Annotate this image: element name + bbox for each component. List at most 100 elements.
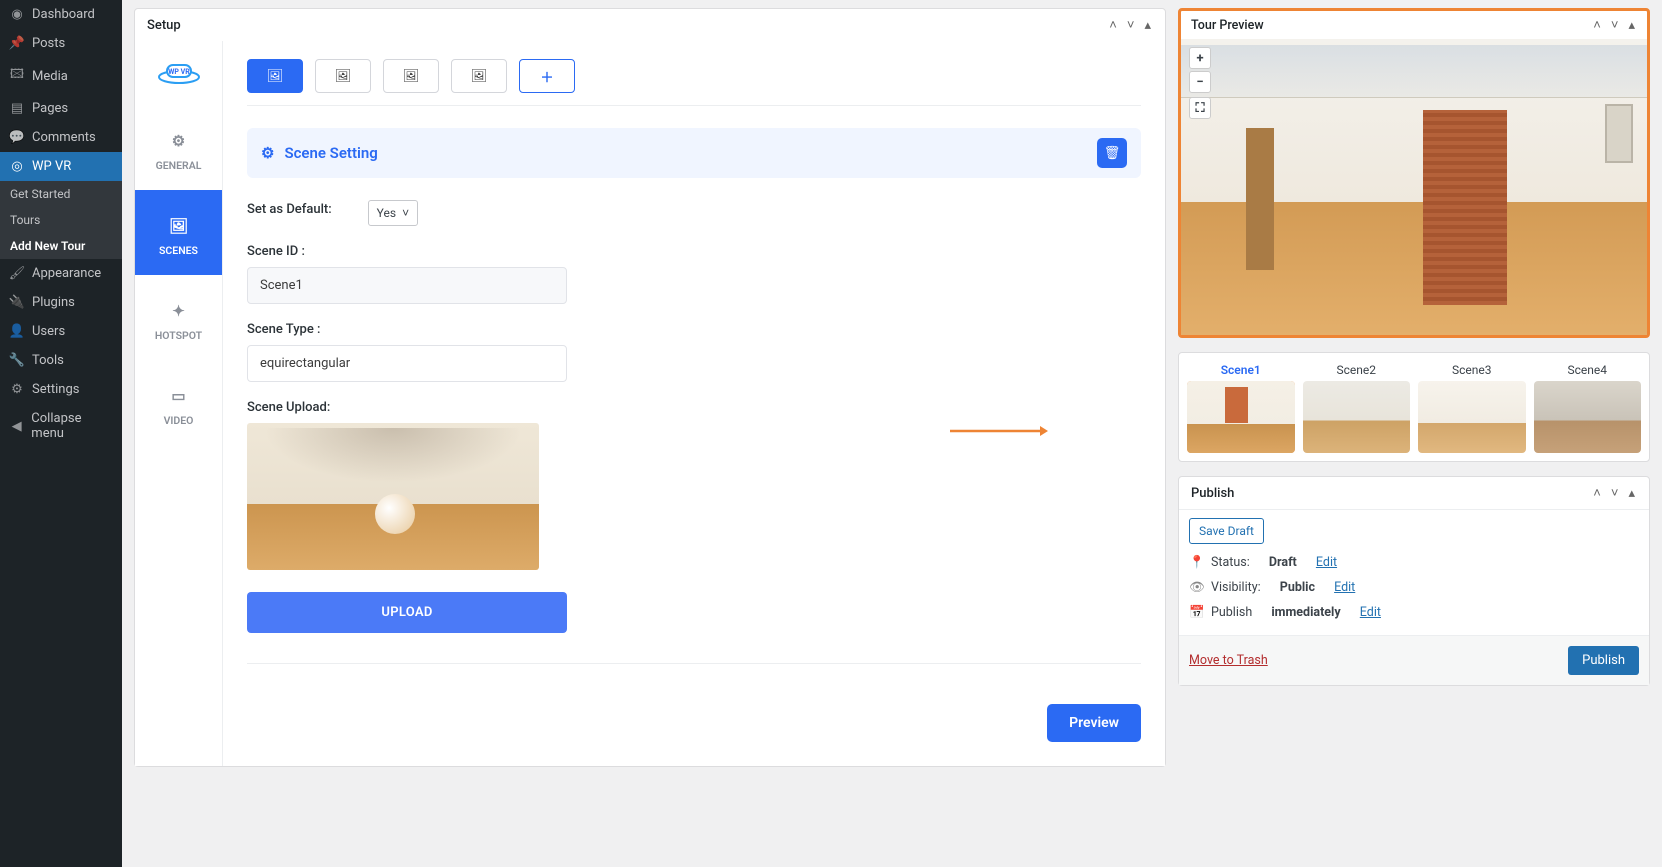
panel-up-icon[interactable]: ˄ xyxy=(1591,485,1603,501)
wp-admin-sidebar: ◉Dashboard 📌Posts 🖾Media ▤Pages 💬Comment… xyxy=(0,0,122,867)
menu-posts[interactable]: 📌Posts xyxy=(0,29,122,58)
scene-thumb-3[interactable]: Scene3 xyxy=(1418,359,1526,453)
panel-down-icon[interactable]: ˅ xyxy=(1609,17,1621,33)
video-icon: ▭ xyxy=(135,384,222,408)
scene-tabs: 🖼 🖼 🖼 🖼 ＋ xyxy=(247,59,1141,106)
scene-type-input[interactable]: equirectangular xyxy=(247,345,567,382)
scene-thumb-2[interactable]: Scene2 xyxy=(1303,359,1411,453)
menu-comments[interactable]: 💬Comments xyxy=(0,123,122,152)
menu-collapse[interactable]: ◀Collapse menu xyxy=(0,404,122,448)
brush-icon: 🖌 xyxy=(8,266,26,281)
menu-wpvr[interactable]: ◎WP VR xyxy=(0,152,122,181)
scene-tab-3[interactable]: 🖼 xyxy=(383,59,439,93)
upload-button[interactable]: UPLOAD xyxy=(247,592,567,633)
settings-icon: ⚙ xyxy=(8,382,26,397)
setup-panel: Setup ˄ ˅ ▴ WP VR ⚙GENERAL 🖼SCENES ✦HOTS… xyxy=(134,8,1166,767)
collapse-icon: ◀ xyxy=(8,419,25,434)
menu-dashboard[interactable]: ◉Dashboard xyxy=(0,0,122,29)
edit-status-link[interactable]: Edit xyxy=(1316,555,1337,570)
menu-media[interactable]: 🖾Media xyxy=(0,58,122,94)
media-icon: 🖾 xyxy=(8,65,26,87)
save-draft-button[interactable]: Save Draft xyxy=(1189,518,1264,544)
edit-visibility-link[interactable]: Edit xyxy=(1334,580,1355,595)
pin-icon: 📍 xyxy=(1189,555,1203,570)
fullscreen-icon: ⛶ xyxy=(1195,101,1204,116)
image-icon: 🖼 xyxy=(335,69,352,84)
panel-down-icon[interactable]: ˅ xyxy=(1125,17,1137,33)
submenu-add-new-tour[interactable]: Add New Tour xyxy=(0,233,122,259)
vtab-scenes[interactable]: 🖼SCENES xyxy=(135,190,222,275)
gear-icon: ⚙ xyxy=(261,144,274,162)
calendar-icon: 📅 xyxy=(1189,605,1203,620)
image-icon: 🖼 xyxy=(403,69,420,84)
image-icon: 🖼 xyxy=(471,69,488,84)
edit-schedule-link[interactable]: Edit xyxy=(1360,605,1381,620)
vertical-tabs: WP VR ⚙GENERAL 🖼SCENES ✦HOTSPOT ▭VIDEO xyxy=(135,41,223,766)
scene-setting-title: Scene Setting xyxy=(284,144,377,162)
eye-icon: 👁 xyxy=(1189,580,1203,595)
scene-tab-4[interactable]: 🖼 xyxy=(451,59,507,93)
fullscreen-button[interactable]: ⛶ xyxy=(1189,97,1211,119)
pages-icon: ▤ xyxy=(8,101,26,116)
dashboard-icon: ◉ xyxy=(8,7,26,22)
comments-icon: 💬 xyxy=(8,130,26,145)
gear-icon: ⚙ xyxy=(135,129,222,153)
panel-up-icon[interactable]: ˄ xyxy=(1591,17,1603,33)
tour-preview-viewport[interactable]: + − ⛶ xyxy=(1181,39,1647,335)
minus-icon: − xyxy=(1196,75,1203,90)
zoom-out-button[interactable]: − xyxy=(1189,71,1211,93)
preview-button[interactable]: Preview xyxy=(1047,704,1141,742)
scene-thumbnails-panel: Scene1 Scene2 Scene3 Scene4 xyxy=(1178,352,1650,462)
wpvr-logo: WP VR xyxy=(135,41,222,105)
scene-setting-header: ⚙ Scene Setting 🗑 xyxy=(247,128,1141,178)
submenu-tours[interactable]: Tours xyxy=(0,207,122,233)
target-icon: ✦ xyxy=(135,299,222,323)
menu-users[interactable]: 👤Users xyxy=(0,317,122,346)
plus-icon: + xyxy=(1196,51,1203,66)
zoom-in-button[interactable]: + xyxy=(1189,47,1211,69)
scene-tab-add[interactable]: ＋ xyxy=(519,59,575,93)
publish-panel: Publish ˄ ˅ ▴ Save Draft 📍Status: Draft … xyxy=(1178,476,1650,686)
panel-down-icon[interactable]: ˅ xyxy=(1609,485,1621,501)
panel-toggle-icon[interactable]: ▴ xyxy=(1626,18,1637,33)
scene-id-input[interactable]: Scene1 xyxy=(247,267,567,304)
menu-appearance[interactable]: 🖌Appearance xyxy=(0,259,122,288)
wpvr-icon: ◎ xyxy=(8,159,26,174)
tour-preview-panel: Tour Preview ˄ ˅ ▴ + − ⛶ xyxy=(1178,8,1650,338)
vtab-video[interactable]: ▭VIDEO xyxy=(135,360,222,445)
tour-preview-title: Tour Preview xyxy=(1191,18,1264,33)
delete-scene-button[interactable]: 🗑 xyxy=(1097,138,1127,168)
panel-up-icon[interactable]: ˄ xyxy=(1107,17,1119,33)
panel-toggle-icon[interactable]: ▴ xyxy=(1142,18,1153,33)
pin-icon: 📌 xyxy=(8,36,26,51)
setup-panel-title: Setup xyxy=(147,18,181,33)
publish-button[interactable]: Publish xyxy=(1568,646,1639,675)
scene-tab-1[interactable]: 🖼 xyxy=(247,59,303,93)
scene-tab-2[interactable]: 🖼 xyxy=(315,59,371,93)
svg-text:WP VR: WP VR xyxy=(168,68,190,76)
submenu-get-started[interactable]: Get Started xyxy=(0,181,122,207)
scene-upload-preview xyxy=(247,423,539,570)
menu-tools[interactable]: 🔧Tools xyxy=(0,346,122,375)
panel-toggle-icon[interactable]: ▴ xyxy=(1626,486,1637,501)
default-label: Set as Default: xyxy=(247,202,332,217)
trash-icon: 🗑 xyxy=(1104,146,1121,161)
menu-pages[interactable]: ▤Pages xyxy=(0,94,122,123)
scene-upload-label: Scene Upload: xyxy=(247,400,1141,415)
image-icon: 🖼 xyxy=(135,214,222,238)
scene-id-label: Scene ID : xyxy=(247,244,1141,259)
default-select[interactable]: Yes˅ xyxy=(368,200,418,226)
plugin-icon: 🔌 xyxy=(8,295,26,310)
users-icon: 👤 xyxy=(8,324,26,339)
menu-settings[interactable]: ⚙Settings xyxy=(0,375,122,404)
move-to-trash-link[interactable]: Move to Trash xyxy=(1189,653,1268,668)
vtab-general[interactable]: ⚙GENERAL xyxy=(135,105,222,190)
menu-plugins[interactable]: 🔌Plugins xyxy=(0,288,122,317)
scene-type-label: Scene Type : xyxy=(247,322,1141,337)
scene-thumb-1[interactable]: Scene1 xyxy=(1187,359,1295,453)
publish-title: Publish xyxy=(1191,486,1234,501)
tools-icon: 🔧 xyxy=(8,353,26,368)
vtab-hotspot[interactable]: ✦HOTSPOT xyxy=(135,275,222,360)
scene-thumb-4[interactable]: Scene4 xyxy=(1534,359,1642,453)
plus-icon: ＋ xyxy=(540,67,553,86)
